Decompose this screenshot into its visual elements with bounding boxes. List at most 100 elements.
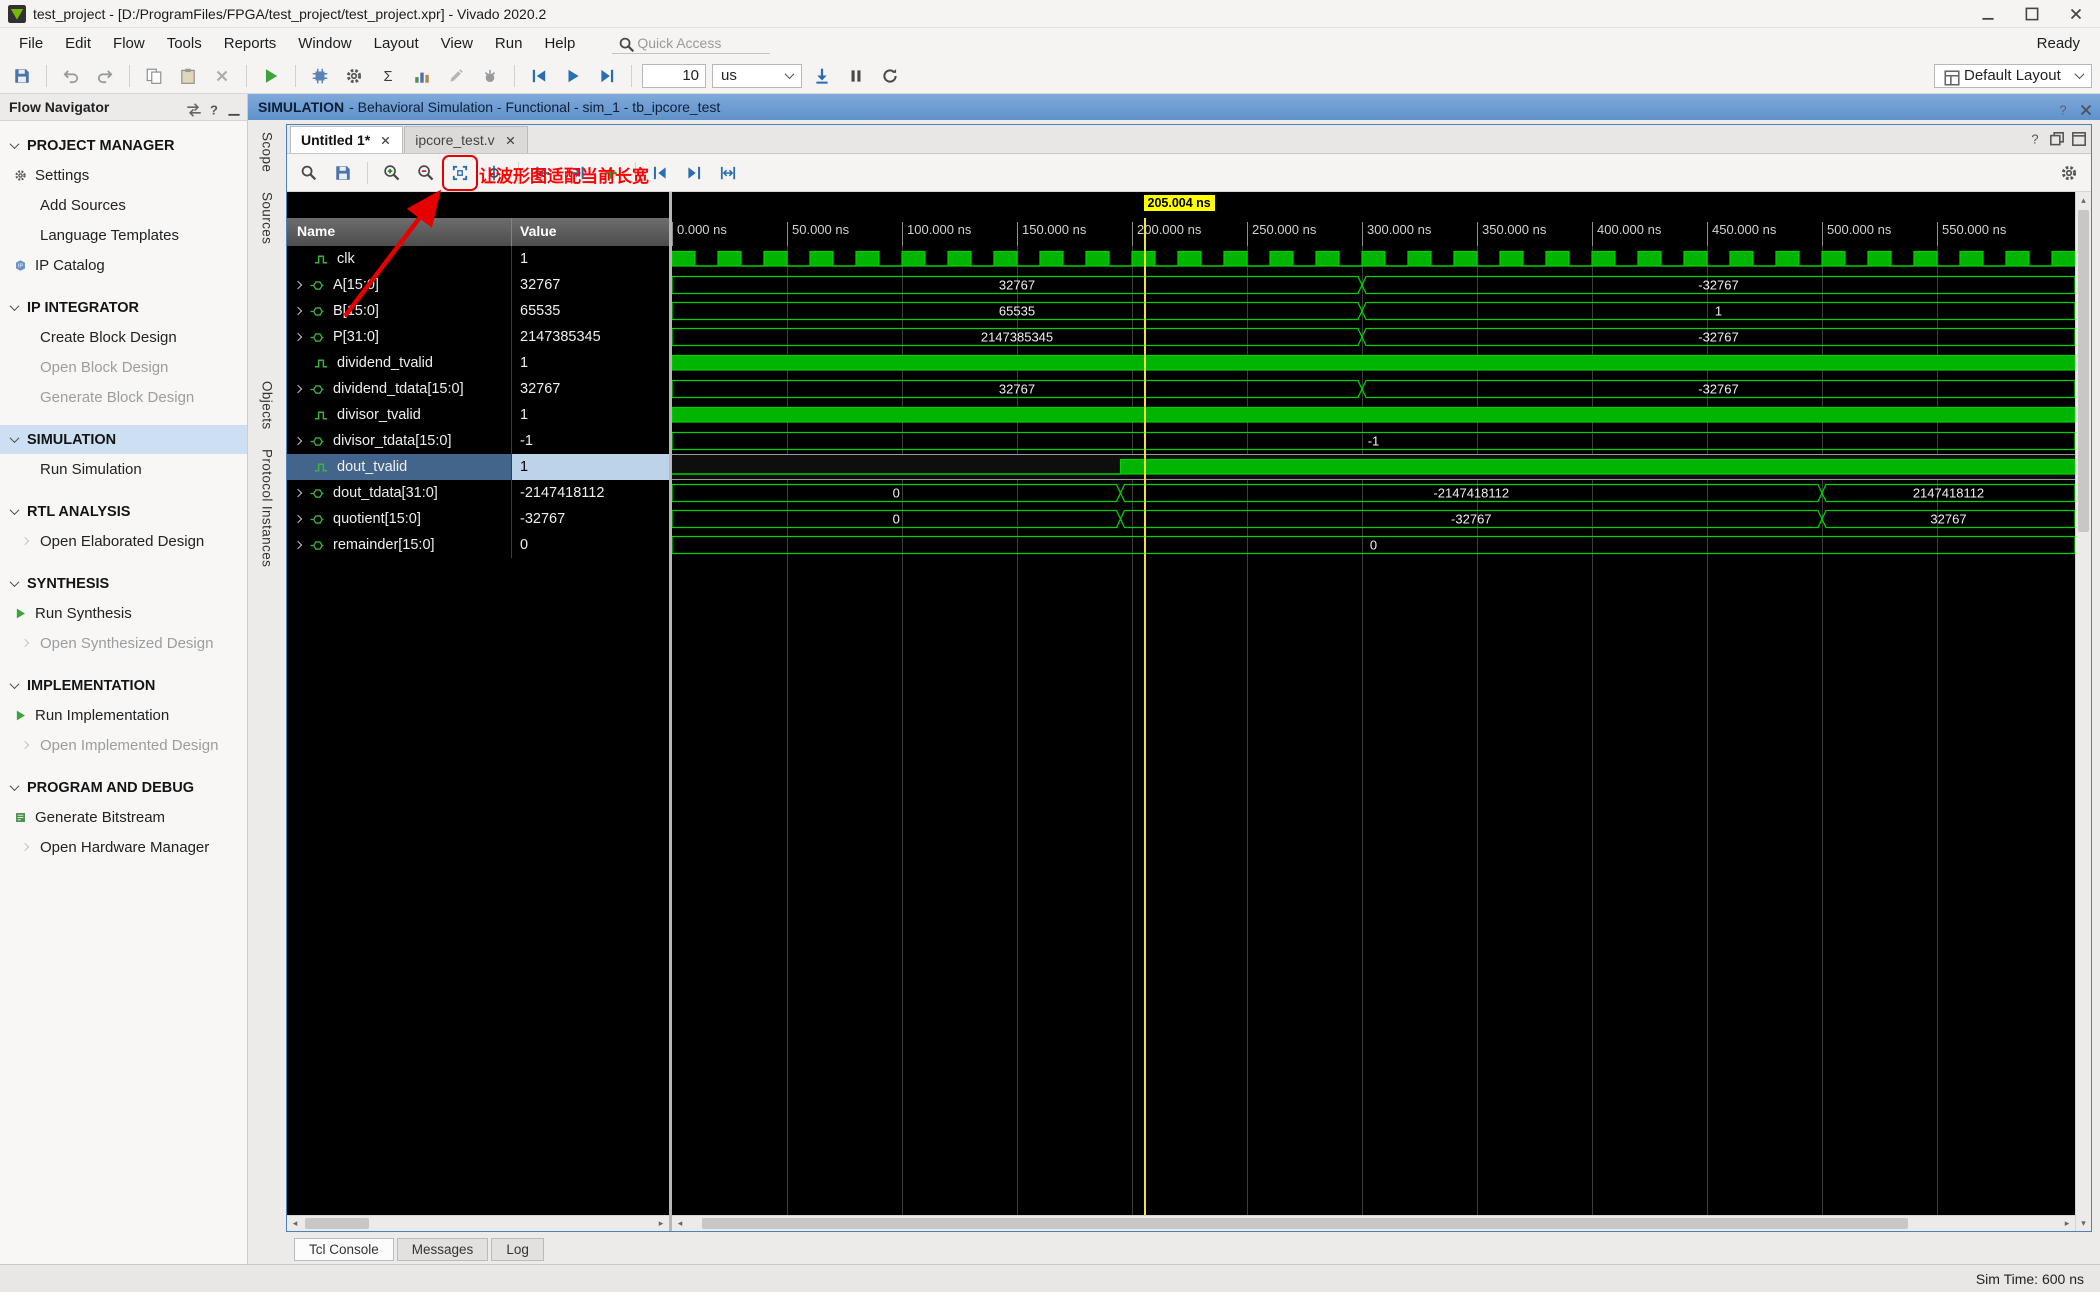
side-tab-scope[interactable]: Scope (260, 132, 275, 172)
menu-edit[interactable]: Edit (54, 31, 102, 56)
signal-name-cell[interactable]: clk (287, 246, 512, 272)
wave-hscrollbar[interactable] (672, 1215, 2075, 1231)
nav-item-run-synthesis[interactable]: Run Synthesis (0, 598, 247, 628)
menu-help[interactable]: Help (533, 31, 586, 56)
chip-button[interactable] (306, 62, 334, 90)
relaunch-button[interactable] (876, 62, 904, 90)
side-tab-protocol-instances[interactable]: Protocol Instances (260, 449, 275, 567)
paste-button[interactable] (174, 62, 202, 90)
menu-run[interactable]: Run (484, 31, 534, 56)
nav-section-header-program-and-debug[interactable]: PROGRAM AND DEBUG (0, 773, 247, 802)
nav-item-add-sources[interactable]: Add Sources (0, 190, 247, 220)
wave-ruler[interactable]: 0.000 ns 50.000 ns 100.000 ns 150.000 ns 200… (672, 218, 2075, 246)
nav-section-header-simulation[interactable]: SIMULATION (0, 425, 247, 454)
wave-row-dividend-tvalid[interactable] (672, 350, 2075, 376)
run-for-button[interactable] (808, 62, 836, 90)
minimize-button[interactable] (1966, 1, 2010, 27)
zoom-fit-button[interactable] (442, 154, 478, 191)
tab-ipcore-test-v[interactable]: ipcore_test.v (404, 126, 528, 153)
time-unit-select[interactable]: us (712, 63, 802, 88)
signal-row-remainder-15-0[interactable]: remainder[15:0] 0 (287, 532, 669, 558)
close-icon[interactable] (504, 134, 517, 147)
wave-row-p-31-0[interactable]: 2147385345 -32767 (672, 324, 2075, 350)
wave-row-b-15-0[interactable]: 65535 1 (672, 298, 2075, 324)
signal-row-quotient-15-0[interactable]: quotient[15:0] -32767 (287, 506, 669, 532)
wave-settings-button[interactable] (2055, 159, 2083, 187)
signal-name-cell[interactable]: dout_tvalid (287, 454, 512, 480)
sigma-button[interactable]: Σ (374, 62, 402, 90)
wave-row-dout-tvalid[interactable] (672, 454, 2075, 480)
fit-span-button[interactable] (714, 159, 742, 187)
signal-row-dout-tdata-31-0[interactable]: dout_tdata[31:0] -2147418112 (287, 480, 669, 506)
signal-name-cell[interactable]: dout_tdata[31:0] (287, 480, 512, 506)
menu-tools[interactable]: Tools (156, 31, 213, 56)
signal-name-cell[interactable]: quotient[15:0] (287, 506, 512, 532)
vscroll-thumb[interactable] (2078, 210, 2089, 533)
scroll-up-button[interactable] (2076, 192, 2091, 208)
nav-section-header-rtl-analysis[interactable]: RTL ANALYSIS (0, 497, 247, 526)
help-button[interactable]: ? (2026, 130, 2039, 147)
tab-untitled-1[interactable]: Untitled 1* (290, 126, 404, 153)
tab-tcl-console[interactable]: Tcl Console (294, 1237, 394, 1261)
scroll-left-button[interactable] (287, 1216, 303, 1232)
run-green-button[interactable] (257, 62, 285, 90)
nav-item-run-implementation[interactable]: Run Implementation (0, 700, 247, 730)
signal-name-cell[interactable]: P[31:0] (287, 324, 512, 350)
play-button[interactable] (559, 62, 587, 90)
close-button[interactable] (2077, 101, 2092, 115)
signal-name-cell[interactable]: dividend_tdata[15:0] (287, 376, 512, 402)
signal-row-dividend-tvalid[interactable]: dividend_tvalid 1 (287, 350, 669, 376)
signal-name-cell[interactable]: divisor_tdata[15:0] (287, 428, 512, 454)
nav-item-open-elaborated-design[interactable]: Open Elaborated Design (0, 526, 247, 556)
nav-item-generate-block-design[interactable]: Generate Block Design (0, 382, 247, 412)
nav-item-ip-catalog[interactable]: IP IP Catalog (0, 250, 247, 280)
signal-name-cell[interactable]: B[15:0] (287, 298, 512, 324)
save-button[interactable] (329, 159, 357, 187)
signal-name-cell[interactable]: remainder[15:0] (287, 532, 512, 558)
wave-row-divisor-tdata-15-0[interactable]: -1 (672, 428, 2075, 454)
nav-item-open-block-design[interactable]: Open Block Design (0, 352, 247, 382)
close-button[interactable] (2054, 1, 2098, 27)
wave-row-divisor-tvalid[interactable] (672, 402, 2075, 428)
swap-button[interactable] (185, 101, 201, 117)
maximize-button[interactable] (2010, 1, 2054, 27)
goto-end-button[interactable] (680, 159, 708, 187)
menu-window[interactable]: Window (287, 31, 362, 56)
cursor-label[interactable]: 205.004 ns (1143, 195, 1215, 211)
step-button[interactable] (593, 62, 621, 90)
redo-button[interactable] (91, 62, 119, 90)
names-hscrollbar[interactable] (287, 1215, 669, 1231)
nav-section-header-implementation[interactable]: IMPLEMENTATION (0, 671, 247, 700)
wave-row-quotient-15-0[interactable]: 0 -32767 32767 (672, 506, 2075, 532)
cursor-line[interactable] (1143, 218, 1146, 1215)
signal-row-clk[interactable]: clk 1 (287, 246, 669, 272)
scroll-right-button[interactable] (2059, 1216, 2075, 1232)
nav-item-create-block-design[interactable]: Create Block Design (0, 322, 247, 352)
pause-button[interactable] (842, 62, 870, 90)
nav-item-generate-bitstream[interactable]: Generate Bitstream (0, 802, 247, 832)
tab-messages[interactable]: Messages (396, 1237, 489, 1261)
copy-button[interactable] (140, 62, 168, 90)
zoom-out-button[interactable] (412, 159, 440, 187)
signal-row-divisor-tvalid[interactable]: divisor_tvalid 1 (287, 402, 669, 428)
signal-row-a-15-0[interactable]: A[15:0] 32767 (287, 272, 669, 298)
signal-row-dividend-tdata-15-0[interactable]: dividend_tdata[15:0] 32767 (287, 376, 669, 402)
signal-name-cell[interactable]: divisor_tvalid (287, 402, 512, 428)
sim-time-input[interactable] (642, 63, 706, 88)
name-column-header[interactable]: Name (287, 218, 512, 246)
wave-row-clk[interactable] (672, 246, 2075, 272)
menu-view[interactable]: View (430, 31, 484, 56)
tab-log[interactable]: Log (491, 1237, 544, 1261)
scroll-right-button[interactable] (653, 1216, 669, 1232)
help-button[interactable]: ? (205, 101, 218, 117)
nav-item-open-synthesized-design[interactable]: Open Synthesized Design (0, 628, 247, 658)
wave-row-remainder-15-0[interactable]: 0 (672, 532, 2075, 558)
undo-button[interactable] (57, 62, 85, 90)
nav-item-language-templates[interactable]: Language Templates (0, 220, 247, 250)
debug-button[interactable] (476, 62, 504, 90)
maximize-pane-button[interactable] (2070, 130, 2086, 146)
wave-row-dout-tdata-31-0[interactable]: 0 -2147418112 2147418112 (672, 480, 2075, 506)
nav-section-header-project-manager[interactable]: PROJECT MANAGER (0, 131, 247, 160)
wave-row-a-15-0[interactable]: 32767 -32767 (672, 272, 2075, 298)
nav-item-open-hardware-manager[interactable]: Open Hardware Manager (0, 832, 247, 862)
